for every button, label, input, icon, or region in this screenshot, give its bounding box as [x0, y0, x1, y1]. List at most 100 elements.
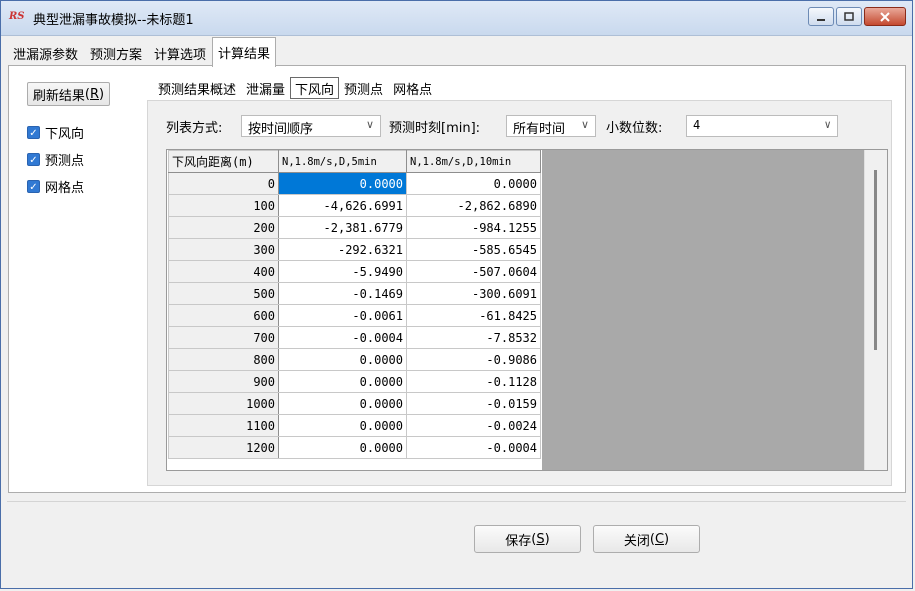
row-header-cell[interactable]: 1100: [168, 414, 279, 437]
close-button[interactable]: 关闭(C): [593, 525, 700, 553]
table-cell[interactable]: 0.0000: [278, 392, 407, 415]
checkbox-checked-icon[interactable]: ✓: [27, 153, 40, 166]
save-button[interactable]: 保存(S): [474, 525, 581, 553]
table-cell[interactable]: -984.1255: [406, 216, 541, 239]
row-header-cell[interactable]: 200: [168, 216, 279, 239]
maximize-button[interactable]: [836, 7, 862, 26]
row-header-cell[interactable]: 300: [168, 238, 279, 261]
list-mode-value: 按时间顺序: [248, 122, 314, 137]
checkbox-checked-icon[interactable]: ✓: [27, 126, 40, 139]
column-header[interactable]: 下风向距离(m): [168, 150, 279, 173]
table-cell[interactable]: -2,381.6779: [278, 216, 407, 239]
table-row[interactable]: 0 0.0000 0.0000: [168, 172, 541, 195]
window-title: 典型泄漏事故模拟--未标题1: [33, 13, 194, 28]
row-header-cell[interactable]: 1000: [168, 392, 279, 415]
checkbox-label: 下风向: [45, 127, 85, 142]
checkbox-label: 网格点: [45, 181, 85, 196]
table-cell[interactable]: -2,862.6890: [406, 194, 541, 217]
table-cell[interactable]: -0.0061: [278, 304, 407, 327]
table-cell[interactable]: -7.8532: [406, 326, 541, 349]
checkbox-checked-icon[interactable]: ✓: [27, 180, 40, 193]
list-mode-select[interactable]: 按时间顺序 ∨: [241, 115, 381, 137]
row-header-cell[interactable]: 400: [168, 260, 279, 283]
subtab-downwind[interactable]: 下风向: [290, 77, 340, 99]
table-row[interactable]: 600 -0.0061 -61.8425: [168, 304, 541, 327]
app-window: RS 典型泄漏事故模拟--未标题1 泄漏源参数 预测方案 计算选项 计算结果 刷…: [0, 0, 913, 589]
vertical-scrollbar[interactable]: [864, 150, 887, 470]
row-header-cell[interactable]: 1200: [168, 436, 279, 459]
time-select[interactable]: 所有时间 ∨: [506, 115, 596, 137]
table-row[interactable]: 500 -0.1469 -300.6091: [168, 282, 541, 305]
table-cell[interactable]: 0.0000: [278, 436, 407, 459]
tab-calc-options[interactable]: 计算选项: [148, 39, 212, 67]
row-header-cell[interactable]: 100: [168, 194, 279, 217]
column-header[interactable]: N,1.8m/s,D,5min: [278, 150, 407, 173]
table-row[interactable]: 400 -5.9490 -507.0604: [168, 260, 541, 283]
table-cell[interactable]: -507.0604: [406, 260, 541, 283]
table-row[interactable]: 700 -0.0004 -7.8532: [168, 326, 541, 349]
subtab-leak-amount[interactable]: 泄漏量: [241, 77, 290, 99]
tab-calc-results[interactable]: 计算结果: [212, 37, 277, 67]
column-header[interactable]: N,1.8m/s,D,10min: [406, 150, 541, 173]
tab-leak-source-params[interactable]: 泄漏源参数: [7, 39, 84, 67]
table-cell[interactable]: -0.1128: [406, 370, 541, 393]
table-cell[interactable]: 0.0000: [278, 172, 407, 195]
table-body: 0 0.0000 0.0000 100 -4,626.6991 -2,862.6890 20…: [168, 172, 541, 459]
table-cell[interactable]: 0.0000: [278, 348, 407, 371]
minimize-button[interactable]: [808, 7, 834, 26]
table-row[interactable]: 1200 0.0000 -0.0004: [168, 436, 541, 459]
time-value: 所有时间: [513, 122, 566, 137]
table-row[interactable]: 800 0.0000 -0.9086: [168, 348, 541, 371]
refresh-results-button[interactable]: 刷新结果(R): [27, 82, 110, 106]
table-cell[interactable]: -300.6091: [406, 282, 541, 305]
subtab-prediction-point[interactable]: 预测点: [339, 77, 388, 99]
row-header-cell[interactable]: 700: [168, 326, 279, 349]
table-row[interactable]: 300 -292.6321 -585.6545: [168, 238, 541, 261]
close-window-button[interactable]: [864, 7, 906, 26]
table-cell[interactable]: -4,626.6991: [278, 194, 407, 217]
table-cell[interactable]: 0.0000: [278, 414, 407, 437]
table-cell[interactable]: -61.8425: [406, 304, 541, 327]
table-cell[interactable]: -0.0004: [406, 436, 541, 459]
subtab-overview[interactable]: 预测结果概述: [153, 77, 241, 99]
table-row[interactable]: 1000 0.0000 -0.0159: [168, 392, 541, 415]
main-tabs: 泄漏源参数 预测方案 计算选项 计算结果: [7, 37, 277, 67]
table-cell[interactable]: 0.0000: [278, 370, 407, 393]
row-header-cell[interactable]: 600: [168, 304, 279, 327]
table-row[interactable]: 1100 0.0000 -0.0024: [168, 414, 541, 437]
table-cell[interactable]: -5.9490: [278, 260, 407, 283]
table-row[interactable]: 900 0.0000 -0.1128: [168, 370, 541, 393]
chevron-down-icon: ∨: [580, 118, 589, 131]
decimals-select[interactable]: 4 ∨: [686, 115, 838, 137]
maximize-icon: [844, 11, 854, 21]
table-cell[interactable]: -0.0004: [278, 326, 407, 349]
table-header-row: 下风向距离(m) N,1.8m/s,D,5min N,1.8m/s,D,10mi…: [168, 150, 541, 173]
row-header-cell[interactable]: 900: [168, 370, 279, 393]
tab-prediction-plan[interactable]: 预测方案: [84, 39, 148, 67]
table-cell[interactable]: -0.0024: [406, 414, 541, 437]
table-row[interactable]: 200 -2,381.6779 -984.1255: [168, 216, 541, 239]
save-label: 保存: [505, 533, 532, 549]
results-table: 下风向距离(m) N,1.8m/s,D,5min N,1.8m/s,D,10mi…: [168, 150, 541, 459]
decimals-value: 4: [693, 118, 701, 132]
downwind-panel: 列表方式: 按时间顺序 ∨ 预测时刻[min]: 所有时间 ∨ 小数位数: 4 …: [147, 100, 892, 486]
close-hotkey: C: [654, 531, 665, 547]
table-cell[interactable]: -0.9086: [406, 348, 541, 371]
row-header-cell[interactable]: 0: [168, 172, 279, 195]
table-cell[interactable]: -292.6321: [278, 238, 407, 261]
window-controls: [808, 7, 906, 26]
table-cell[interactable]: -0.1469: [278, 282, 407, 305]
table-row[interactable]: 100 -4,626.6991 -2,862.6890: [168, 194, 541, 217]
title-bar[interactable]: RS 典型泄漏事故模拟--未标题1: [1, 1, 912, 36]
row-header-cell[interactable]: 500: [168, 282, 279, 305]
table-cell[interactable]: -585.6545: [406, 238, 541, 261]
subtab-grid-point[interactable]: 网格点: [388, 77, 437, 99]
scrollbar-thumb[interactable]: [874, 170, 877, 350]
row-header-cell[interactable]: 800: [168, 348, 279, 371]
checkbox-prediction-point[interactable]: ✓ 预测点: [27, 150, 84, 169]
table-cell[interactable]: -0.0159: [406, 392, 541, 415]
table-cell[interactable]: 0.0000: [406, 172, 541, 195]
checkbox-grid-point[interactable]: ✓ 网格点: [27, 177, 84, 196]
results-panel: 刷新结果(R) ✓ 下风向 ✓ 预测点 ✓ 网格点 预测结果概述 泄漏量 下风向…: [8, 65, 906, 493]
checkbox-downwind[interactable]: ✓ 下风向: [27, 123, 84, 142]
